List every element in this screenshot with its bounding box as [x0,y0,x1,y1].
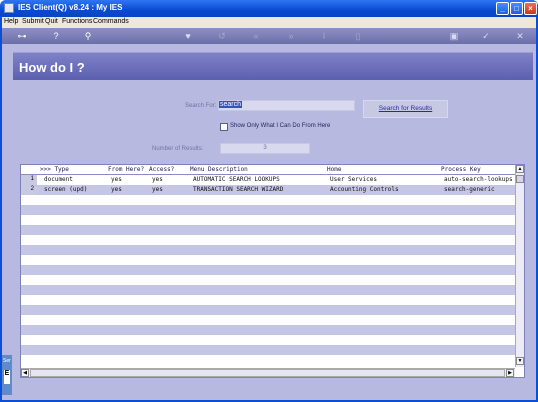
cell-home: Accounting Controls [330,186,399,193]
cell-description: AUTOMATIC SEARCH LOOKUPS [193,176,280,183]
empty-table-row [21,225,515,235]
cell-home: User Services [330,176,377,183]
empty-table-row [21,315,515,325]
menu-bar: Help Submit Quit Functions Commands [2,17,536,28]
search-icon[interactable]: ⚲ [82,30,94,42]
horizontal-scrollbar[interactable]: ◀ ▶ [21,368,515,377]
heart-icon[interactable]: ♥ [182,30,194,42]
col-menu-description[interactable]: Menu Description [190,166,248,173]
print-icon[interactable]: ▣ [448,30,460,42]
cell-type: document [44,176,73,183]
minimize-icon[interactable]: _ [496,2,509,15]
search-input[interactable]: search [218,100,355,111]
toolbar: ⊶ ? ⚲ ♥ ↺ « » I ▯ ▣ ✓ ✕ [2,28,536,44]
cursor-icon[interactable]: I [318,30,330,42]
empty-table-row [21,235,515,245]
scroll-left-icon[interactable]: ◀ [21,369,29,377]
empty-table-row [21,265,515,275]
cell-from-here: yes [111,186,122,193]
scroll-up-icon[interactable]: ▲ [516,165,524,173]
app-icon [4,3,14,13]
empty-table-row [21,305,515,315]
table-row[interactable]: 1 document yes yes AUTOMATIC SEARCH LOOK… [21,175,515,185]
empty-table-row [21,335,515,345]
history-icon[interactable]: ↺ [216,30,228,42]
col-access[interactable]: Access? [149,166,174,173]
empty-table-row [21,245,515,255]
page-icon[interactable]: ▯ [352,30,364,42]
fast-forward-icon[interactable]: » [285,30,297,42]
app-window: IES Client(Q) v8.24 : My IES _ □ × Help … [0,0,538,402]
col-home[interactable]: Home [327,166,341,173]
menu-submit[interactable]: Submit [22,18,44,25]
scroll-down-icon[interactable]: ▼ [516,357,524,365]
cell-access: yes [152,186,163,193]
empty-table-row [21,345,515,355]
empty-table-row [21,215,515,225]
page-title: How do I ? [19,60,85,75]
cell-access: yes [152,176,163,183]
menu-functions[interactable]: Functions [62,18,92,25]
results-grid: >>> Type From Here? Access? Menu Descrip… [20,164,525,378]
cell-process-key: search-generic [444,186,495,193]
empty-table-row [21,195,515,205]
search-label: Search For: [185,103,217,109]
empty-table-row [21,295,515,305]
table-row[interactable]: 2 screen (upd) yes yes TRANSACTION SEARC… [21,185,515,195]
search-for-results-button[interactable]: Search for Results [363,100,448,118]
scroll-right-icon[interactable]: ▶ [506,369,514,377]
window-title: IES Client(Q) v8.24 : My IES [18,3,123,12]
empty-table-row [21,325,515,335]
side-tab-label: Ser [3,358,11,364]
menu-quit[interactable]: Quit [45,18,58,25]
search-input-value: search [219,101,243,108]
side-e-icon[interactable]: E [4,370,10,384]
empty-table-row [21,205,515,215]
col-type[interactable]: >>> Type [40,166,69,173]
cell-process-key: auto-search-lookups [444,176,513,183]
empty-table-row [21,275,515,285]
key-icon[interactable]: ⊶ [12,30,32,42]
cell-description: TRANSACTION SEARCH WIZARD [193,186,284,193]
grid-header: >>> Type From Here? Access? Menu Descrip… [21,165,515,175]
empty-table-row [21,255,515,265]
col-from-here[interactable]: From Here? [108,166,144,173]
show-only-label: Show Only What I Can Do From Here [230,123,331,129]
window-close-icon[interactable]: × [524,2,537,15]
cell-from-here: yes [111,176,122,183]
col-process-key[interactable]: Process Key [441,166,481,173]
horizontal-scroll-thumb[interactable] [30,369,505,377]
main-content: How do I ? Search For: search Search for… [2,44,536,400]
rewind-icon[interactable]: « [250,30,262,42]
empty-table-row [21,285,515,295]
show-only-checkbox[interactable] [220,123,228,131]
cell-type: screen (upd) [44,186,88,193]
maximize-icon[interactable]: □ [510,2,523,15]
row-number: 1 [21,175,37,185]
vertical-scrollbar[interactable]: ▲ ▼ [515,165,524,367]
results-count-field: 3 [220,143,310,154]
menu-help[interactable]: Help [4,18,18,25]
vertical-scroll-thumb[interactable] [516,175,524,183]
page-banner: How do I ? [13,52,533,80]
help-icon[interactable]: ? [50,30,62,42]
menu-commands[interactable]: Commands [93,18,129,25]
title-bar[interactable]: IES Client(Q) v8.24 : My IES _ □ × [0,0,538,17]
results-label: Number of Results: [152,146,204,152]
check-icon[interactable]: ✓ [480,30,492,42]
close-icon[interactable]: ✕ [514,30,526,42]
empty-table-row [21,355,515,365]
row-number: 2 [21,185,37,195]
